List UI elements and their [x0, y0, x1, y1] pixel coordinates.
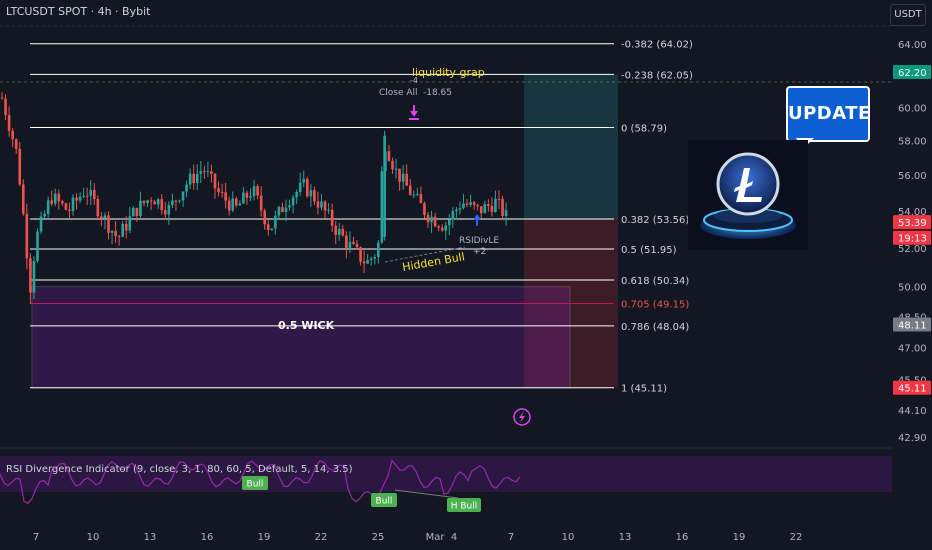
date-tick-label: 22	[790, 532, 803, 543]
price-tick-label: 64.00	[898, 40, 927, 51]
liquidity-grab-label: liquidity grap	[412, 66, 485, 79]
fib-label-0.705: 0.705 (49.15)	[621, 299, 689, 310]
svg-text:62.20: 62.20	[898, 68, 927, 79]
candle[interactable]	[380, 166, 384, 244]
svg-text:45.11: 45.11	[898, 384, 927, 395]
fib-label-0: 0 (58.79)	[621, 123, 667, 134]
wick-label: 0.5 WICK	[278, 319, 335, 332]
date-tick-label: 25	[372, 532, 385, 543]
close-all-label: Close All	[379, 88, 418, 98]
price-badge: 48.11	[893, 317, 931, 332]
candle[interactable]	[306, 176, 309, 198]
rsi-bull-label: H Bull	[447, 498, 481, 512]
date-tick-label: 19	[733, 532, 746, 543]
candle[interactable]	[64, 202, 68, 211]
fib-label--0.238: -0.238 (62.05)	[621, 70, 693, 81]
date-tick-label: 10	[562, 532, 575, 543]
price-axis[interactable]: 64.0062.0060.0058.0056.0054.0052.0050.00…	[892, 26, 932, 546]
date-tick-label: 13	[619, 532, 632, 543]
currency-button[interactable]: USDT	[890, 4, 926, 26]
date-tick-label: 4	[451, 532, 457, 543]
date-tick-label: 16	[676, 532, 689, 543]
price-badge: 45.11	[893, 380, 931, 395]
price-badge: 19:13	[893, 230, 931, 245]
litecoin-logo-icon	[688, 140, 808, 250]
fib-label-1: 1 (45.11)	[621, 384, 667, 395]
close-all-value: -18.65	[423, 88, 452, 98]
price-tick-label: 56.00	[898, 171, 927, 182]
price-badge: 62.20	[893, 65, 931, 80]
date-tick-label: 19	[258, 532, 271, 543]
svg-text:Bull: Bull	[376, 497, 393, 507]
fib-label-0.5: 0.5 (51.95)	[621, 245, 677, 256]
date-tick-label: Mar	[426, 532, 446, 543]
price-tick-label: 44.10	[898, 406, 927, 417]
fib-label-0.786: 0.786 (48.04)	[621, 322, 689, 333]
fib-label--0.382: -0.382 (64.02)	[621, 40, 693, 51]
rsi-bull-label: Bull	[371, 493, 397, 507]
price-badge: 53.39	[893, 215, 931, 230]
svg-text:53.39: 53.39	[898, 218, 927, 229]
price-tick-label: 50.00	[898, 283, 927, 294]
price-tick-label: 58.00	[898, 137, 927, 148]
price-tick-label: 42.90	[898, 433, 927, 444]
symbol-header[interactable]: LTCUSDT SPOT · 4h · Bybit	[6, 5, 150, 18]
close-all-count: -4	[410, 76, 418, 85]
spike-candle[interactable]	[383, 130, 386, 241]
fib-label-0.618: 0.618 (50.34)	[621, 276, 689, 287]
rsidiv-label: RSIDivLE	[459, 236, 499, 246]
chart-canvas[interactable]: -0.382 (64.02) -0.238 (62.05) 0 (58.79) 0.3…	[0, 0, 932, 550]
rsidiv-count: +2	[473, 247, 486, 257]
wick-zone-box[interactable]	[31, 286, 571, 389]
date-tick-label: 16	[201, 532, 214, 543]
price-tick-label: 47.00	[898, 343, 927, 354]
candle[interactable]	[22, 179, 25, 216]
svg-text:48.11: 48.11	[898, 320, 927, 331]
fib-label-0.382: 0.382 (53.56)	[621, 215, 689, 226]
svg-text:19:13: 19:13	[898, 234, 927, 245]
date-tick-label: 10	[87, 532, 100, 543]
svg-text:Bull: Bull	[247, 480, 264, 490]
svg-text:H Bull: H Bull	[451, 502, 478, 512]
date-tick-label: 13	[144, 532, 157, 543]
long-position-profit-zone[interactable]	[524, 74, 618, 220]
date-tick-label: 7	[33, 532, 39, 543]
date-tick-label: 7	[508, 532, 514, 543]
date-tick-label: 22	[315, 532, 328, 543]
rsi-bull-label: Bull	[242, 476, 268, 490]
candle[interactable]	[36, 228, 39, 263]
price-tick-label: 60.00	[898, 103, 927, 114]
rsi-indicator-title[interactable]: RSI Divergence Indicator (9, close, 3, 1…	[6, 464, 353, 475]
price-tick-label: 52.00	[898, 244, 927, 255]
